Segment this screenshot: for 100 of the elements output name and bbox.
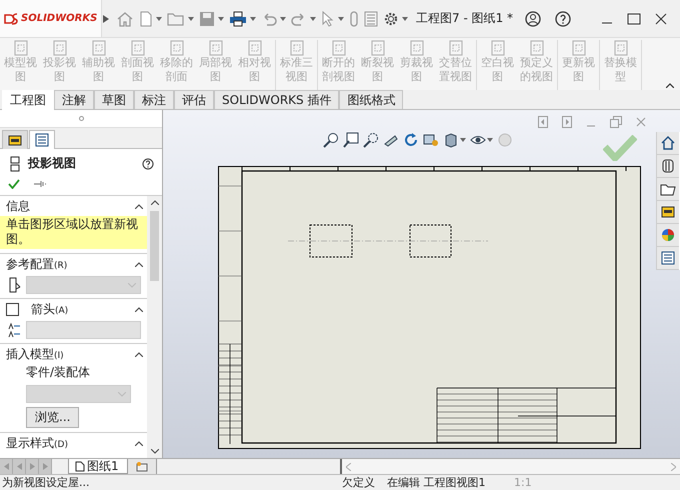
ds-logo-icon <box>4 12 18 24</box>
rotate-icon[interactable] <box>403 132 419 148</box>
status-state: 欠定义 <box>342 475 376 490</box>
zoom-icon[interactable] <box>363 132 379 148</box>
cube-icon[interactable] <box>443 132 459 148</box>
add-sheet-icon <box>136 462 148 472</box>
parts-icon <box>660 158 676 174</box>
collapse-icon[interactable] <box>135 352 143 356</box>
document-icon <box>528 40 544 56</box>
document-icon <box>490 40 506 56</box>
task-pane-tab[interactable] <box>657 201 679 224</box>
sheet-tab[interactable]: 图纸1 <box>68 459 128 474</box>
ribbon-tab[interactable]: 图纸格式 <box>339 90 404 109</box>
help-icon[interactable] <box>555 10 572 26</box>
task-pane-tab[interactable] <box>657 247 679 270</box>
add-sheet-tab[interactable] <box>128 459 157 474</box>
caret-icon[interactable] <box>338 16 344 20</box>
triangle-icon <box>4 463 8 470</box>
caret-icon[interactable] <box>487 138 493 142</box>
property-tab[interactable] <box>29 130 55 149</box>
display-style-icon[interactable] <box>423 132 439 148</box>
color-wheel-icon <box>660 227 676 243</box>
caret-icon[interactable] <box>250 16 256 20</box>
document-icon <box>52 40 68 56</box>
tile-right-icon[interactable] <box>562 116 572 128</box>
user-icon[interactable] <box>525 10 542 26</box>
home-icon <box>660 135 676 151</box>
task-pane-tab[interactable] <box>657 132 679 155</box>
document-icon <box>408 40 424 56</box>
collapse-icon[interactable] <box>135 306 143 312</box>
zoom-area-icon[interactable] <box>343 132 359 148</box>
app-logo: SOLIDWORKS <box>21 13 98 24</box>
browse-button[interactable]: 浏览... <box>26 407 80 428</box>
document-icon <box>12 40 28 56</box>
document-icon <box>612 40 628 56</box>
document-icon <box>448 40 464 56</box>
new-document-icon[interactable] <box>139 10 153 26</box>
ribbon-tab[interactable]: 评估 <box>174 90 214 109</box>
caret-icon[interactable] <box>156 16 162 20</box>
print-icon[interactable] <box>229 10 247 26</box>
section-title: 参考配置(R) <box>6 256 68 272</box>
ribbon-tab[interactable]: 注解 <box>54 90 94 109</box>
ribbon-tab[interactable]: 草图 <box>94 90 134 109</box>
ribbon-tab[interactable]: 标注 <box>134 90 174 109</box>
task-pane-tab[interactable] <box>657 155 679 178</box>
document-icon <box>570 40 586 56</box>
document-icon <box>130 40 146 56</box>
status-editing: 在编辑 工程图视图1 <box>387 475 486 490</box>
projected-view-icon <box>10 156 20 172</box>
caret-icon[interactable] <box>460 138 466 142</box>
section-title: 箭头(A) <box>30 300 70 318</box>
close-icon[interactable] <box>655 12 668 24</box>
toolbox-icon <box>8 134 22 146</box>
field-label: 零件/装配体 <box>25 364 92 381</box>
scroll-up-icon[interactable] <box>150 200 158 205</box>
collapse-icon[interactable] <box>135 204 143 208</box>
scrollbar-thumb[interactable] <box>150 211 159 281</box>
feature-tab[interactable] <box>2 130 28 149</box>
checkbox[interactable] <box>6 302 19 316</box>
ribbon-tab[interactable]: SOLIDWORKS 插件 <box>214 90 340 109</box>
caret-icon[interactable] <box>218 16 224 20</box>
check-icon[interactable] <box>8 179 20 189</box>
grip-icon[interactable] <box>78 116 84 121</box>
section-title: 显示样式(D) <box>6 434 69 452</box>
info-message: 单击图形区域以放置新视图。 <box>0 216 147 249</box>
settings-icon[interactable] <box>383 10 399 26</box>
collapse-icon[interactable] <box>135 440 143 446</box>
panel-title: 投影视图 <box>28 155 77 172</box>
document-icon <box>208 40 224 56</box>
caret-icon[interactable] <box>188 16 194 20</box>
triangle-icon <box>30 463 34 470</box>
document-icon <box>288 40 304 56</box>
pointer-icon[interactable] <box>321 10 335 26</box>
caret-icon[interactable] <box>310 16 316 20</box>
collapse-icon[interactable] <box>666 83 674 88</box>
status-scale: 1:1 <box>514 476 532 489</box>
properties-icon <box>660 250 676 266</box>
maximize-icon[interactable] <box>627 12 642 24</box>
expand-arrow-icon[interactable] <box>103 14 110 22</box>
document-icon <box>330 40 346 56</box>
configuration-icon <box>8 277 22 293</box>
status-message: 为新视图设定屋... <box>1 475 90 490</box>
scroll-down-icon[interactable] <box>150 449 158 454</box>
ribbon-tab[interactable]: 工程图 <box>2 90 54 110</box>
caret-icon[interactable] <box>280 16 286 20</box>
window-title: 工程图7 - 图纸1 * <box>416 10 514 27</box>
section-title: 插入模型(I) <box>6 346 65 362</box>
restore-icon[interactable] <box>610 116 622 128</box>
pin-icon[interactable] <box>34 180 46 188</box>
caret-icon[interactable] <box>402 16 408 20</box>
input-field[interactable] <box>26 321 141 339</box>
triangle-icon <box>42 463 48 470</box>
collapse-icon[interactable] <box>135 262 143 266</box>
section-title: 信息 <box>6 198 31 214</box>
task-pane-tab[interactable] <box>657 178 679 201</box>
tile-left-icon[interactable] <box>538 116 548 128</box>
help-icon[interactable] <box>142 158 154 170</box>
zoom-to-fit-icon[interactable] <box>323 132 339 148</box>
arrow-label-icon <box>8 322 22 338</box>
confirm-check-icon[interactable] <box>603 135 637 161</box>
